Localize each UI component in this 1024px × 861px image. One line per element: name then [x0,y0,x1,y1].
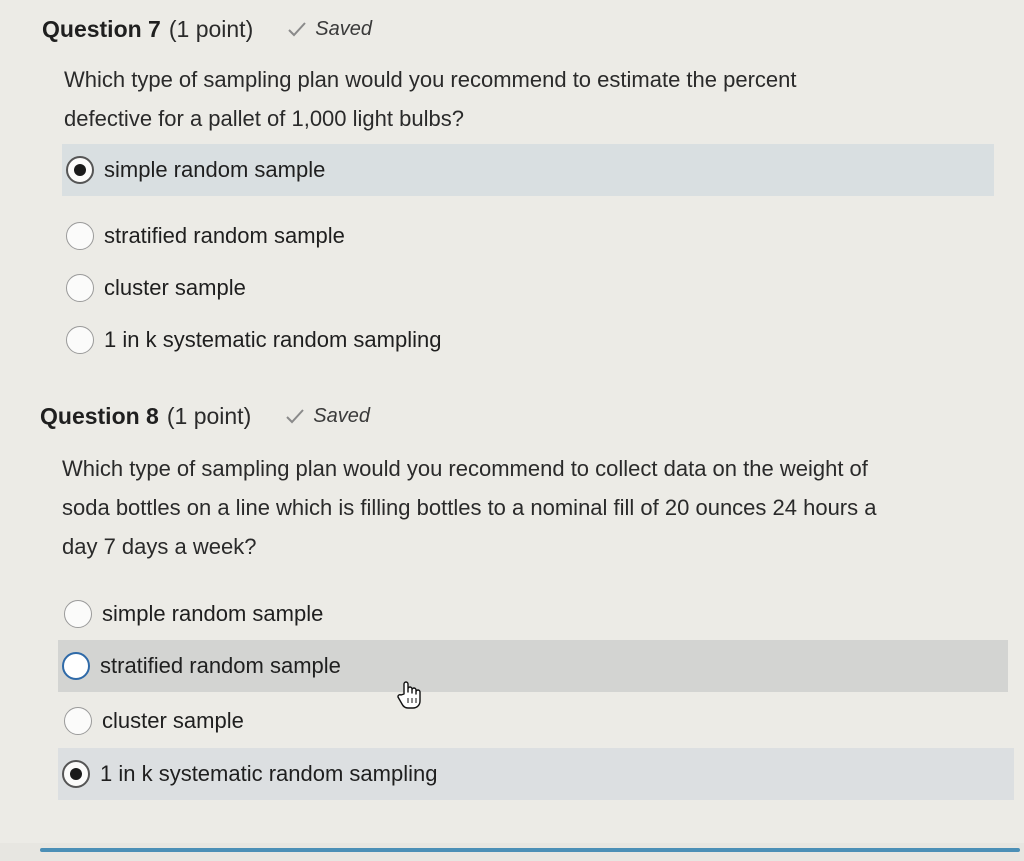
saved-status: Saved [285,405,370,428]
question-header: Question 7 (1 point) Saved [42,16,372,43]
option-label: stratified random sample [104,223,345,248]
option-stratified-random-sample[interactable]: stratified random sample [58,640,1008,692]
radio-button-selected[interactable] [66,156,94,184]
question-text-line: Which type of sampling plan would you re… [62,456,868,481]
question-points: (1 point) [166,403,252,429]
radio-button[interactable] [64,600,92,628]
option-1-in-k-systematic[interactable]: 1 in k systematic random sampling [62,314,662,366]
question-title: Question 7 [42,16,161,42]
radio-button[interactable] [66,326,94,354]
question-text: Which type of sampling plan would you re… [64,60,797,138]
option-simple-random-sample[interactable]: simple random sample [60,588,660,640]
question-header: Question 8 (1 point) Saved [40,403,370,430]
question-text-line: day 7 days a week? [62,534,257,559]
saved-label: Saved [315,17,372,40]
radio-dot [70,768,82,780]
saved-status: Saved [287,18,372,41]
option-stratified-random-sample[interactable]: stratified random sample [62,210,662,262]
question-text-line: Which type of sampling plan would you re… [64,67,797,92]
page-bottom-edge [0,843,1024,861]
question-title: Question 8 [40,403,159,429]
checkmark-icon [288,22,306,37]
question-text-line: soda bottles on a line which is filling … [62,495,877,520]
option-simple-random-sample[interactable]: simple random sample [62,144,994,196]
radio-button-focused[interactable] [62,652,90,680]
saved-label: Saved [313,404,370,427]
radio-button-selected[interactable] [62,760,90,788]
question-points: (1 point) [168,16,254,42]
option-label: 1 in k systematic random sampling [100,761,438,786]
question-text-line: defective for a pallet of 1,000 light bu… [64,106,464,131]
option-label: simple random sample [104,157,326,182]
hand-pointer-icon [397,681,421,709]
option-label: stratified random sample [100,653,341,678]
option-1-in-k-systematic[interactable]: 1 in k systematic random sampling [58,748,1014,800]
option-cluster-sample[interactable]: cluster sample [60,695,660,747]
radio-button[interactable] [66,274,94,302]
next-question-divider [40,848,1020,852]
radio-button[interactable] [66,222,94,250]
option-cluster-sample[interactable]: cluster sample [62,262,662,314]
option-label: simple random sample [102,601,324,626]
radio-button[interactable] [64,707,92,735]
option-label: 1 in k systematic random sampling [104,327,442,352]
option-label: cluster sample [102,708,244,733]
option-label: cluster sample [104,275,246,300]
checkmark-icon [286,409,304,424]
question-text: Which type of sampling plan would you re… [62,449,876,566]
radio-dot [74,164,86,176]
